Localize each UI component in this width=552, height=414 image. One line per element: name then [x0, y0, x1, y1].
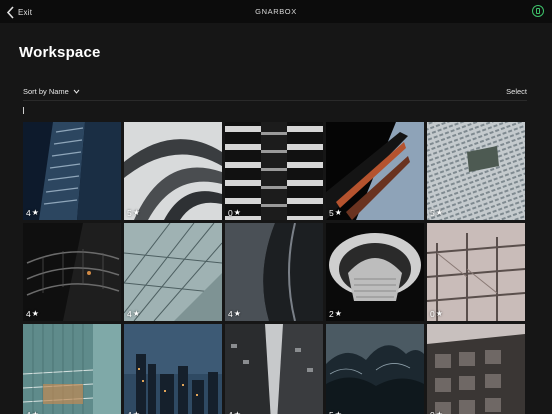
photo-thumbnail — [225, 324, 323, 414]
select-button[interactable]: Select — [506, 87, 527, 96]
rating-badge: 4★ — [127, 309, 140, 319]
star-icon: ★ — [132, 208, 140, 217]
photo-tile[interactable]: 0★ — [225, 122, 323, 220]
chevron-down-icon — [73, 89, 80, 94]
photo-tile[interactable]: 4★ — [23, 324, 121, 414]
rating-value: 5 — [329, 410, 334, 414]
photo-tile[interactable]: 4★ — [23, 223, 121, 321]
photo-thumbnail — [326, 324, 424, 414]
rating-value: 4 — [26, 208, 31, 218]
star-icon: ★ — [233, 208, 241, 217]
rating-value: 5 — [329, 208, 334, 218]
star-icon: ★ — [132, 309, 140, 318]
rating-badge: 5★ — [430, 208, 443, 218]
rating-badge: 5★ — [329, 410, 342, 414]
rating-badge: 4★ — [26, 309, 39, 319]
star-icon: ★ — [31, 208, 39, 217]
photo-thumbnail — [326, 223, 424, 321]
photo-thumbnail — [326, 122, 424, 220]
rating-value: 0 — [430, 410, 435, 414]
photo-thumbnail — [23, 324, 121, 414]
top-bar: Exit GNARBOX — [0, 0, 552, 23]
star-icon: ★ — [334, 208, 342, 217]
rating-value: 4 — [228, 410, 233, 414]
photo-thumbnail — [23, 223, 121, 321]
photo-thumbnail — [225, 223, 323, 321]
sort-dropdown[interactable]: Sort by Name — [23, 87, 80, 96]
star-icon: ★ — [31, 309, 39, 318]
photo-tile[interactable]: 4★ — [225, 324, 323, 414]
photo-tile[interactable]: 5★ — [427, 122, 525, 220]
star-icon: ★ — [435, 208, 443, 217]
photo-thumbnail — [124, 324, 222, 414]
toolbar: Sort by Name Select — [0, 84, 552, 100]
rating-value: 0 — [228, 208, 233, 218]
rating-value: 4 — [228, 309, 233, 319]
rating-badge: 5★ — [329, 208, 342, 218]
battery-status-icon[interactable] — [532, 5, 544, 17]
star-icon: ★ — [334, 309, 342, 318]
photo-tile[interactable]: 4★ — [124, 223, 222, 321]
photo-tile[interactable]: 4★ — [225, 223, 323, 321]
photo-tile[interactable]: 5★ — [124, 122, 222, 220]
photo-thumbnail — [124, 122, 222, 220]
photo-thumbnail — [427, 324, 525, 414]
rating-value: 4 — [127, 410, 132, 414]
photo-grid: 4 ★ 5 ★ 0 ★ 5 ★ 5 ★ 4 ★ 4 ★ 4 ★ 2 ★ 0 ★ — [23, 122, 528, 414]
rating-value: 5 — [430, 208, 435, 218]
rating-value: 2 — [329, 309, 334, 319]
star-icon: ★ — [233, 309, 241, 318]
photo-tile[interactable]: 4★ — [23, 122, 121, 220]
photo-tile[interactable]: 2 ★ — [326, 223, 424, 321]
rating-value: 4 — [127, 309, 132, 319]
text-cursor — [23, 107, 24, 114]
photo-thumbnail — [427, 122, 525, 220]
photo-tile[interactable]: 5★ — [326, 122, 424, 220]
rating-value: 0 — [430, 309, 435, 319]
photo-tile[interactable]: 0★ — [427, 223, 525, 321]
rating-badge: 0★ — [228, 208, 241, 218]
rating-value: 4 — [26, 410, 31, 414]
photo-thumbnail — [427, 223, 525, 321]
star-icon: ★ — [435, 309, 443, 318]
sort-label: Sort by Name — [23, 87, 69, 96]
rating-badge: 5★ — [127, 208, 140, 218]
rating-badge: 0★ — [430, 309, 443, 319]
photo-thumbnail — [225, 122, 323, 220]
rating-badge: 4★ — [26, 410, 39, 414]
rating-badge: 4★ — [228, 309, 241, 319]
rating-value: 5 — [127, 208, 132, 218]
app-title: GNARBOX — [255, 7, 297, 16]
photo-tile[interactable]: 5★ — [326, 324, 424, 414]
page-title: Workspace — [19, 44, 101, 61]
photo-tile[interactable]: 0★ — [427, 324, 525, 414]
rating-value: 4 — [26, 309, 31, 319]
rating-badge: 4★ — [228, 410, 241, 414]
rating-badge: 4★ — [26, 208, 39, 218]
rating-badge: 0★ — [430, 410, 443, 414]
rating-badge: 2 ★ — [329, 309, 342, 319]
photo-thumbnail — [23, 122, 121, 220]
photo-tile[interactable]: 4★ — [124, 324, 222, 414]
rating-badge: 4★ — [127, 410, 140, 414]
divider — [23, 100, 527, 101]
photo-thumbnail — [124, 223, 222, 321]
